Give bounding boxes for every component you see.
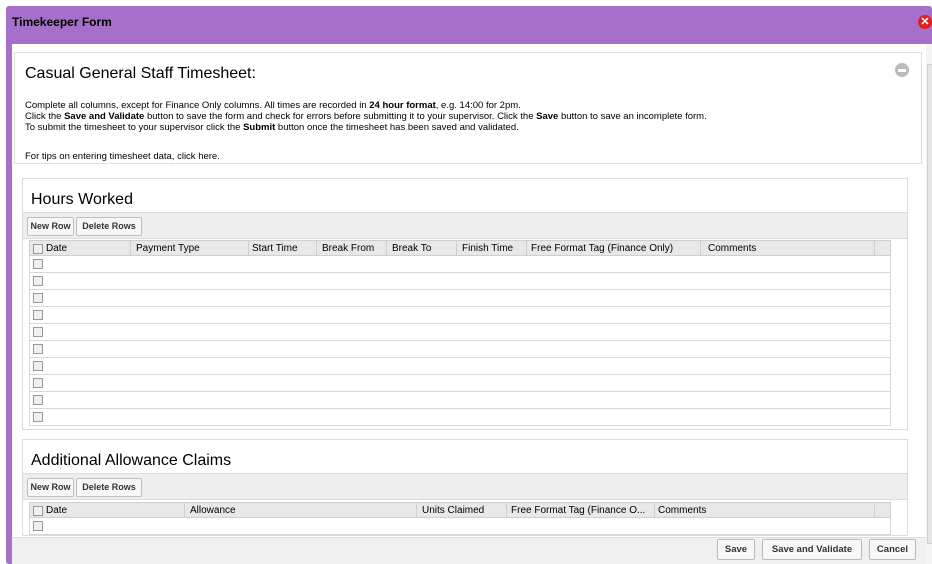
col-start-time[interactable]: Start Time bbox=[252, 243, 298, 254]
table-row[interactable] bbox=[29, 256, 891, 273]
table-row[interactable] bbox=[29, 358, 891, 375]
hours-toolbar: New Row Delete Rows bbox=[23, 212, 907, 239]
col-free-format-tag[interactable]: Free Format Tag (Finance O... bbox=[511, 505, 645, 516]
table-row[interactable] bbox=[29, 324, 891, 341]
new-row-button[interactable]: New Row bbox=[27, 217, 74, 236]
row-checkbox[interactable] bbox=[33, 521, 43, 531]
row-checkbox[interactable] bbox=[33, 395, 43, 405]
col-comments[interactable]: Comments bbox=[658, 505, 706, 516]
vertical-scrollbar[interactable] bbox=[926, 44, 932, 564]
allowance-grid-header: Date Allowance Units Claimed Free Format… bbox=[29, 502, 891, 518]
col-comments[interactable]: Comments bbox=[708, 243, 756, 254]
table-row[interactable] bbox=[29, 307, 891, 324]
row-checkbox[interactable] bbox=[33, 310, 43, 320]
new-row-button[interactable]: New Row bbox=[27, 478, 74, 497]
instruction-line-2: Click the Save and Validate button to sa… bbox=[25, 111, 905, 122]
table-row[interactable] bbox=[29, 518, 891, 535]
dialog-titlebar: Timekeeper Form ✕ bbox=[6, 6, 932, 36]
col-finish-time[interactable]: Finish Time bbox=[462, 243, 513, 254]
allowance-panel: Additional Allowance Claims New Row Dele… bbox=[22, 439, 908, 536]
row-checkbox[interactable] bbox=[33, 344, 43, 354]
hours-worked-title: Hours Worked bbox=[31, 191, 133, 208]
print-icon[interactable] bbox=[895, 63, 909, 77]
select-all-checkbox[interactable] bbox=[33, 506, 43, 516]
text: , e.g. 14:00 for 2pm. bbox=[435, 100, 521, 111]
text: Click the bbox=[25, 111, 65, 122]
save-and-validate-button[interactable]: Save and Validate bbox=[762, 539, 862, 560]
col-divider bbox=[248, 241, 249, 255]
cancel-button[interactable]: Cancel bbox=[869, 539, 916, 560]
row-checkbox[interactable] bbox=[33, 293, 43, 303]
col-divider bbox=[700, 241, 701, 255]
row-checkbox[interactable] bbox=[33, 276, 43, 286]
col-date[interactable]: Date bbox=[46, 243, 67, 254]
col-divider bbox=[316, 241, 317, 255]
table-row[interactable] bbox=[29, 375, 891, 392]
timekeeper-dialog: Timekeeper Form ✕ Casual General Staff T… bbox=[6, 6, 932, 564]
col-divider bbox=[456, 241, 457, 255]
text: Complete all columns, except for Finance… bbox=[25, 100, 370, 111]
row-checkbox[interactable] bbox=[33, 378, 43, 388]
table-row[interactable] bbox=[29, 392, 891, 409]
save-button[interactable]: Save bbox=[717, 539, 755, 560]
col-break-to[interactable]: Break To bbox=[392, 243, 431, 254]
text-bold: Submit bbox=[243, 122, 276, 133]
table-row[interactable] bbox=[29, 290, 891, 307]
page-title: Casual General Staff Timesheet: bbox=[25, 65, 256, 82]
row-checkbox[interactable] bbox=[33, 361, 43, 371]
select-all-checkbox[interactable] bbox=[33, 244, 43, 254]
table-row[interactable] bbox=[29, 273, 891, 290]
dialog-title: Timekeeper Form bbox=[12, 15, 112, 29]
col-free-format-tag[interactable]: Free Format Tag (Finance Only) bbox=[531, 243, 673, 254]
dialog-footer: Save Save and Validate Cancel bbox=[12, 537, 926, 564]
col-divider bbox=[506, 503, 507, 517]
allowance-title: Additional Allowance Claims bbox=[31, 452, 232, 469]
text: button once the timesheet has been saved… bbox=[275, 122, 519, 133]
col-divider bbox=[526, 241, 527, 255]
col-divider bbox=[654, 503, 655, 517]
col-divider bbox=[386, 241, 387, 255]
col-allowance[interactable]: Allowance bbox=[190, 505, 236, 516]
row-checkbox[interactable] bbox=[33, 412, 43, 422]
col-divider bbox=[130, 241, 131, 255]
col-divider bbox=[416, 503, 417, 517]
text-bold: Save and Validate bbox=[64, 111, 145, 122]
delete-rows-button[interactable]: Delete Rows bbox=[76, 217, 142, 236]
close-icon[interactable]: ✕ bbox=[918, 15, 932, 29]
instruction-line-3: To submit the timesheet to your supervis… bbox=[25, 122, 905, 133]
scrollbar-thumb[interactable] bbox=[927, 64, 932, 544]
table-row[interactable] bbox=[29, 409, 891, 426]
row-checkbox[interactable] bbox=[33, 259, 43, 269]
text: To submit the timesheet to your supervis… bbox=[25, 122, 244, 133]
col-divider bbox=[874, 503, 875, 517]
col-payment-type[interactable]: Payment Type bbox=[136, 243, 200, 254]
dialog-body: Casual General Staff Timesheet: Complete… bbox=[12, 44, 932, 564]
text: button to save the form and check for er… bbox=[144, 111, 537, 122]
col-divider bbox=[184, 503, 185, 517]
col-date[interactable]: Date bbox=[46, 505, 67, 516]
text: button to save an incomplete form. bbox=[558, 111, 707, 122]
tips-link[interactable]: For tips on entering timesheet data, cli… bbox=[25, 151, 220, 162]
allowance-toolbar: New Row Delete Rows bbox=[23, 473, 907, 500]
text-bold: Save bbox=[536, 111, 559, 122]
delete-rows-button[interactable]: Delete Rows bbox=[76, 478, 142, 497]
text-bold: 24 hour format bbox=[369, 100, 436, 111]
hours-grid-header: Date Payment Type Start Time Break From … bbox=[29, 240, 891, 256]
col-break-from[interactable]: Break From bbox=[322, 243, 374, 254]
instructions: Complete all columns, except for Finance… bbox=[25, 100, 905, 133]
col-units-claimed[interactable]: Units Claimed bbox=[422, 505, 484, 516]
hours-worked-panel: Hours Worked New Row Delete Rows Date Pa… bbox=[22, 178, 908, 430]
intro-panel: Casual General Staff Timesheet: Complete… bbox=[14, 52, 922, 164]
row-checkbox[interactable] bbox=[33, 327, 43, 337]
col-divider bbox=[874, 241, 875, 255]
table-row[interactable] bbox=[29, 341, 891, 358]
instruction-line-1: Complete all columns, except for Finance… bbox=[25, 100, 905, 111]
